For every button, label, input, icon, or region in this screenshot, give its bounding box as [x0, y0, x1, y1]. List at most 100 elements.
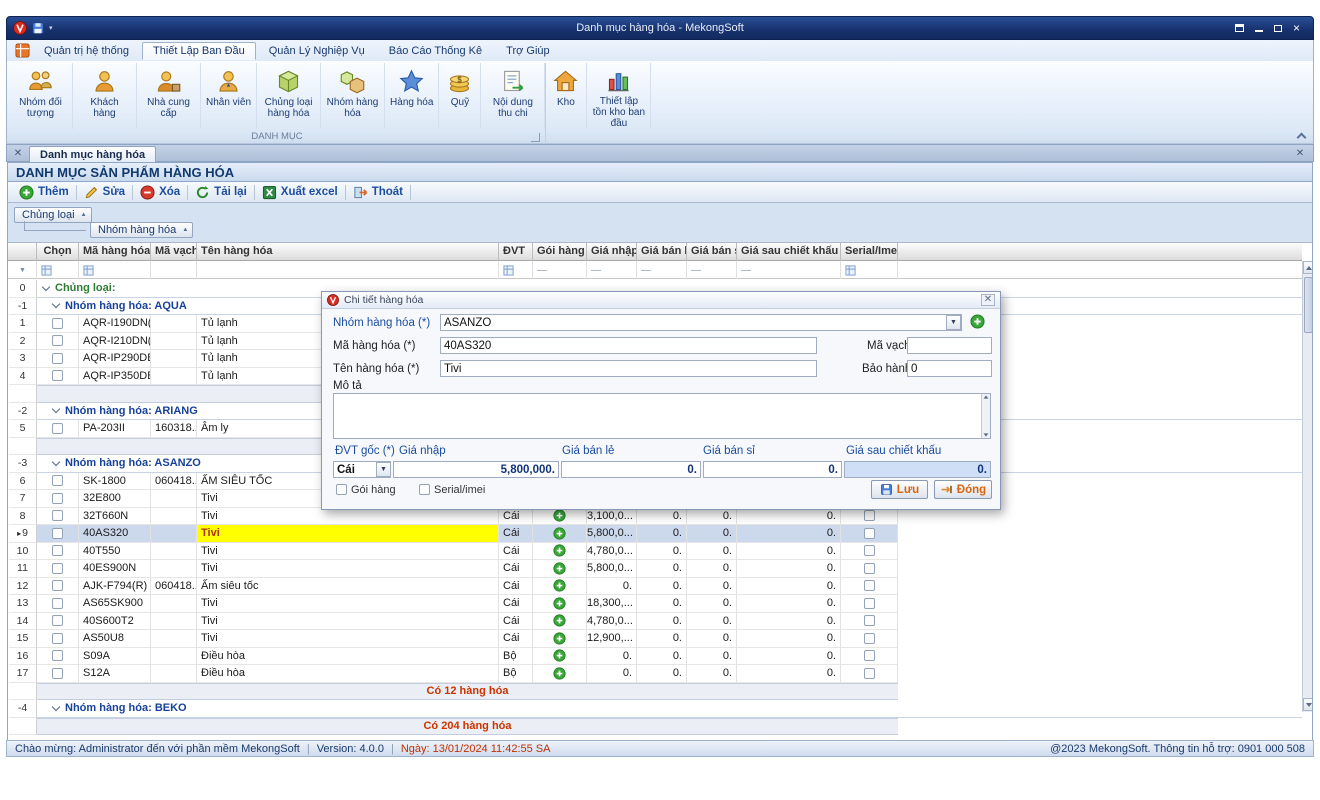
- app-menu-icon[interactable]: [13, 43, 31, 59]
- filter-cell-gsi[interactable]: —: [687, 261, 737, 279]
- gia-nhap-input[interactable]: [393, 461, 559, 478]
- serial-checkbox[interactable]: [864, 668, 875, 679]
- add-package-icon[interactable]: [553, 544, 566, 557]
- collapse-caret-icon[interactable]: [42, 283, 50, 291]
- save-button[interactable]: Lưu: [871, 480, 928, 499]
- ribbon-item-category[interactable]: Chủng loại hàng hóa: [257, 63, 321, 129]
- ribbon-item-fund[interactable]: $Quỹ: [439, 63, 481, 129]
- row-checkbox[interactable]: [52, 475, 63, 486]
- filter-cell-ten[interactable]: [197, 261, 499, 279]
- combo-dropdown-icon[interactable]: ▼: [946, 315, 961, 330]
- collapse-caret-icon[interactable]: [52, 458, 60, 466]
- column-header-gsi[interactable]: Giá bán sỉ: [687, 243, 737, 261]
- add-group-icon[interactable]: [970, 314, 985, 329]
- group-header-cell[interactable]: Nhóm hàng hóa: BEKO: [37, 700, 1302, 718]
- reload-button[interactable]: Tải lại: [188, 183, 254, 202]
- filter-cell-serial[interactable]: [841, 261, 898, 279]
- ten-hang-hoa-input[interactable]: [440, 360, 817, 377]
- row-checkbox[interactable]: [52, 615, 63, 626]
- gia-ban-le-input[interactable]: [561, 461, 701, 478]
- column-header-serial[interactable]: Serial/Imei: [841, 243, 898, 261]
- export-excel-button[interactable]: Xuất excel: [255, 183, 345, 202]
- column-header-gck[interactable]: Giá sau chiết khấu: [737, 243, 841, 261]
- menu-tab[interactable]: Quản Lý Nghiệp Vụ: [258, 42, 376, 60]
- serial-checkbox[interactable]: [864, 633, 875, 644]
- textarea-scrollbar[interactable]: [981, 394, 990, 438]
- close-button[interactable]: Đóng: [934, 480, 992, 499]
- ma-vach-input[interactable]: [907, 337, 992, 354]
- row-checkbox[interactable]: [52, 353, 63, 364]
- group-chip-nhom-hang-hoa[interactable]: Nhóm hàng hóa▲: [90, 222, 193, 238]
- row-checkbox[interactable]: [52, 318, 63, 329]
- column-header-gnhap[interactable]: Giá nhập: [587, 243, 637, 261]
- table-row[interactable]: 12AJK-F794(R)060418...Ấm siêu tốcCái0.0.…: [8, 578, 1302, 596]
- nhom-hang-hoa-combo[interactable]: [440, 314, 962, 331]
- column-header-goi[interactable]: Gói hàng: [533, 243, 587, 261]
- column-header-chon[interactable]: Chọn: [37, 243, 79, 261]
- filter-cell-gck[interactable]: —: [737, 261, 841, 279]
- row-checkbox[interactable]: [52, 545, 63, 556]
- row-checkbox[interactable]: [52, 423, 63, 434]
- table-row[interactable]: 17S12AĐiều hòaBộ0.0.0.0.: [8, 665, 1302, 683]
- goi-hang-checkbox[interactable]: [336, 484, 347, 495]
- table-row[interactable]: 1140ES900NTiviCái5,800,0...0.0.0.: [8, 560, 1302, 578]
- serial-checkbox[interactable]: [864, 598, 875, 609]
- row-checkbox[interactable]: [52, 650, 63, 661]
- ribbon-item-receipt[interactable]: Nội dung thu chi: [481, 63, 545, 129]
- row-checkbox[interactable]: [52, 668, 63, 679]
- collapse-caret-icon[interactable]: [52, 405, 60, 413]
- add-package-icon[interactable]: [553, 632, 566, 645]
- row-checkbox[interactable]: [52, 528, 63, 539]
- ribbon-item-employee[interactable]: Nhân viên: [201, 63, 257, 129]
- add-package-icon[interactable]: [553, 562, 566, 575]
- dialog-titlebar[interactable]: Chi tiết hàng hóa ✕: [322, 292, 1000, 309]
- scroll-thumb[interactable]: [1304, 277, 1313, 333]
- menu-tab[interactable]: Quản trị hệ thống: [33, 42, 140, 60]
- add-package-icon[interactable]: [553, 649, 566, 662]
- serial-checkbox[interactable]: [864, 580, 875, 591]
- tabstrip-close-icon[interactable]: ✕: [1293, 147, 1307, 160]
- ribbon-item-star[interactable]: Hàng hóa: [385, 63, 439, 129]
- ribbon-item-product-group[interactable]: Nhóm hàng hóa: [321, 63, 385, 129]
- table-row[interactable]: 832T660NTiviCái3,100,0...0.0.0.: [8, 508, 1302, 526]
- table-row[interactable]: 15AS50U8TiviCái12,900,...0.0.0.: [8, 630, 1302, 648]
- ribbon-item-warehouse[interactable]: Kho: [545, 63, 587, 129]
- maximize-icon[interactable]: [1269, 21, 1286, 35]
- column-header-gle[interactable]: Giá bán lẻ: [637, 243, 687, 261]
- dialog-launcher-icon[interactable]: [531, 133, 540, 142]
- add-package-icon[interactable]: [553, 509, 566, 522]
- column-header-dvt[interactable]: ĐVT: [499, 243, 533, 261]
- add-package-icon[interactable]: [553, 597, 566, 610]
- tab-danh-muc-hang-hoa[interactable]: Danh mục hàng hóa: [29, 146, 156, 162]
- ribbon-item-customer[interactable]: Khách hàng: [73, 63, 137, 129]
- collapse-caret-icon[interactable]: [52, 703, 60, 711]
- column-header-ten[interactable]: Tên hàng hóa: [197, 243, 499, 261]
- menu-tab[interactable]: Thiết Lập Ban Đầu: [142, 42, 256, 60]
- column-header-vach[interactable]: Mã vạch: [151, 243, 197, 261]
- add-package-icon[interactable]: [553, 527, 566, 540]
- delete-button[interactable]: Xóa: [133, 183, 187, 202]
- table-row[interactable]: 1040T550TiviCái4,780,0...0.0.0.: [8, 543, 1302, 561]
- window-menu-icon[interactable]: [1231, 21, 1248, 35]
- edit-button[interactable]: Sửa: [77, 183, 132, 202]
- ribbon-item-supplier[interactable]: Nhà cung cấp: [137, 63, 201, 129]
- filter-cell-ma[interactable]: [79, 261, 151, 279]
- dialog-close-icon[interactable]: ✕: [981, 294, 995, 306]
- table-row[interactable]: 13AS65SK900TiviCái18,300,...0.0.0.: [8, 595, 1302, 613]
- add-package-icon[interactable]: [553, 614, 566, 627]
- scroll-down-icon[interactable]: [1303, 698, 1313, 711]
- serial-imei-checkbox[interactable]: [419, 484, 430, 495]
- serial-checkbox[interactable]: [864, 563, 875, 574]
- table-row[interactable]: 1440S600T2TiviCái4,780,0...0.0.0.: [8, 613, 1302, 631]
- row-checkbox[interactable]: [52, 598, 63, 609]
- close-icon[interactable]: ×: [1288, 21, 1305, 35]
- collapse-caret-icon[interactable]: [52, 300, 60, 308]
- tab-close-icon[interactable]: ✕: [11, 147, 25, 160]
- filter-cell-gle[interactable]: —: [637, 261, 687, 279]
- row-checkbox[interactable]: [52, 633, 63, 644]
- serial-checkbox[interactable]: [864, 545, 875, 556]
- gia-ban-si-input[interactable]: [703, 461, 842, 478]
- exit-button[interactable]: Thoát: [346, 183, 410, 202]
- row-checkbox[interactable]: [52, 580, 63, 591]
- serial-checkbox[interactable]: [864, 510, 875, 521]
